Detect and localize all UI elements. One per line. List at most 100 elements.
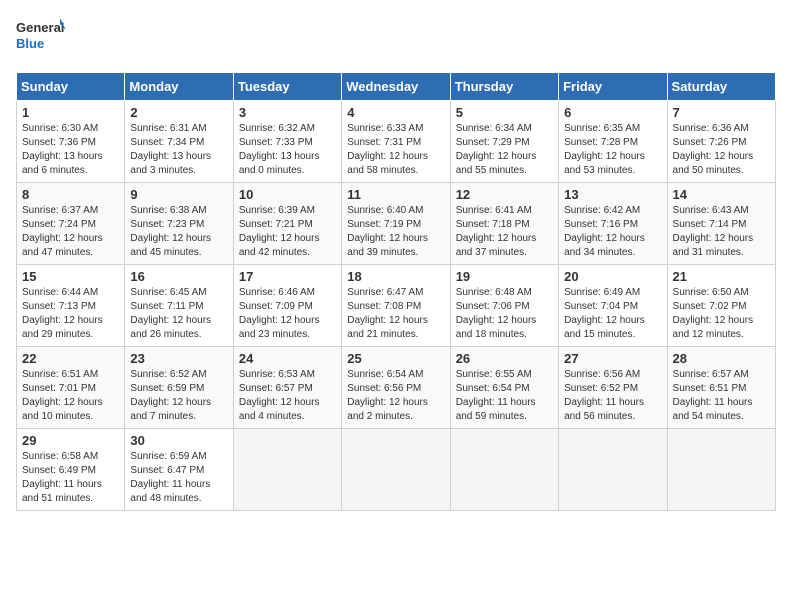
calendar-cell — [559, 429, 667, 511]
day-info: Sunrise: 6:54 AMSunset: 6:56 PMDaylight:… — [347, 368, 444, 424]
day-number: 14 — [673, 187, 770, 202]
day-info: Sunrise: 6:32 AMSunset: 7:33 PMDaylight:… — [239, 122, 336, 178]
calendar-cell: 15 Sunrise: 6:44 AMSunset: 7:13 PMDaylig… — [17, 265, 125, 347]
day-number: 20 — [564, 269, 661, 284]
col-header-monday: Monday — [125, 73, 233, 101]
day-info: Sunrise: 6:51 AMSunset: 7:01 PMDaylight:… — [22, 368, 119, 424]
day-info: Sunrise: 6:40 AMSunset: 7:19 PMDaylight:… — [347, 204, 444, 260]
calendar-cell: 18 Sunrise: 6:47 AMSunset: 7:08 PMDaylig… — [342, 265, 450, 347]
calendar-cell: 28 Sunrise: 6:57 AMSunset: 6:51 PMDaylig… — [667, 347, 775, 429]
calendar-cell: 23 Sunrise: 6:52 AMSunset: 6:59 PMDaylig… — [125, 347, 233, 429]
day-number: 24 — [239, 351, 336, 366]
day-number: 29 — [22, 433, 119, 448]
svg-text:Blue: Blue — [16, 36, 44, 51]
logo: General Blue — [16, 16, 66, 60]
day-number: 25 — [347, 351, 444, 366]
day-number: 18 — [347, 269, 444, 284]
calendar-cell: 3 Sunrise: 6:32 AMSunset: 7:33 PMDayligh… — [233, 101, 341, 183]
day-number: 4 — [347, 105, 444, 120]
calendar-cell: 22 Sunrise: 6:51 AMSunset: 7:01 PMDaylig… — [17, 347, 125, 429]
day-info: Sunrise: 6:34 AMSunset: 7:29 PMDaylight:… — [456, 122, 553, 178]
day-info: Sunrise: 6:59 AMSunset: 6:47 PMDaylight:… — [130, 450, 227, 506]
day-info: Sunrise: 6:53 AMSunset: 6:57 PMDaylight:… — [239, 368, 336, 424]
calendar-header-row: SundayMondayTuesdayWednesdayThursdayFrid… — [17, 73, 776, 101]
day-info: Sunrise: 6:45 AMSunset: 7:11 PMDaylight:… — [130, 286, 227, 342]
calendar-cell: 5 Sunrise: 6:34 AMSunset: 7:29 PMDayligh… — [450, 101, 558, 183]
day-info: Sunrise: 6:30 AMSunset: 7:36 PMDaylight:… — [22, 122, 119, 178]
day-info: Sunrise: 6:56 AMSunset: 6:52 PMDaylight:… — [564, 368, 661, 424]
calendar-cell: 26 Sunrise: 6:55 AMSunset: 6:54 PMDaylig… — [450, 347, 558, 429]
calendar-week-2: 8 Sunrise: 6:37 AMSunset: 7:24 PMDayligh… — [17, 183, 776, 265]
col-header-wednesday: Wednesday — [342, 73, 450, 101]
day-number: 21 — [673, 269, 770, 284]
col-header-thursday: Thursday — [450, 73, 558, 101]
calendar-cell: 30 Sunrise: 6:59 AMSunset: 6:47 PMDaylig… — [125, 429, 233, 511]
calendar-week-3: 15 Sunrise: 6:44 AMSunset: 7:13 PMDaylig… — [17, 265, 776, 347]
calendar-cell: 24 Sunrise: 6:53 AMSunset: 6:57 PMDaylig… — [233, 347, 341, 429]
calendar-cell — [342, 429, 450, 511]
col-header-sunday: Sunday — [17, 73, 125, 101]
calendar-cell: 16 Sunrise: 6:45 AMSunset: 7:11 PMDaylig… — [125, 265, 233, 347]
day-number: 8 — [22, 187, 119, 202]
day-number: 26 — [456, 351, 553, 366]
calendar-cell: 6 Sunrise: 6:35 AMSunset: 7:28 PMDayligh… — [559, 101, 667, 183]
calendar-table: SundayMondayTuesdayWednesdayThursdayFrid… — [16, 72, 776, 511]
calendar-cell: 4 Sunrise: 6:33 AMSunset: 7:31 PMDayligh… — [342, 101, 450, 183]
calendar-cell: 1 Sunrise: 6:30 AMSunset: 7:36 PMDayligh… — [17, 101, 125, 183]
day-number: 30 — [130, 433, 227, 448]
day-info: Sunrise: 6:49 AMSunset: 7:04 PMDaylight:… — [564, 286, 661, 342]
calendar-cell: 12 Sunrise: 6:41 AMSunset: 7:18 PMDaylig… — [450, 183, 558, 265]
day-info: Sunrise: 6:55 AMSunset: 6:54 PMDaylight:… — [456, 368, 553, 424]
calendar-cell: 29 Sunrise: 6:58 AMSunset: 6:49 PMDaylig… — [17, 429, 125, 511]
day-number: 12 — [456, 187, 553, 202]
day-number: 6 — [564, 105, 661, 120]
calendar-cell: 9 Sunrise: 6:38 AMSunset: 7:23 PMDayligh… — [125, 183, 233, 265]
day-number: 15 — [22, 269, 119, 284]
day-number: 11 — [347, 187, 444, 202]
calendar-cell — [667, 429, 775, 511]
calendar-cell: 13 Sunrise: 6:42 AMSunset: 7:16 PMDaylig… — [559, 183, 667, 265]
day-info: Sunrise: 6:36 AMSunset: 7:26 PMDaylight:… — [673, 122, 770, 178]
day-number: 13 — [564, 187, 661, 202]
calendar-cell — [450, 429, 558, 511]
calendar-cell: 14 Sunrise: 6:43 AMSunset: 7:14 PMDaylig… — [667, 183, 775, 265]
day-number: 3 — [239, 105, 336, 120]
calendar-cell — [233, 429, 341, 511]
day-number: 10 — [239, 187, 336, 202]
day-number: 7 — [673, 105, 770, 120]
day-info: Sunrise: 6:38 AMSunset: 7:23 PMDaylight:… — [130, 204, 227, 260]
calendar-body: 1 Sunrise: 6:30 AMSunset: 7:36 PMDayligh… — [17, 101, 776, 511]
calendar-cell: 20 Sunrise: 6:49 AMSunset: 7:04 PMDaylig… — [559, 265, 667, 347]
day-number: 19 — [456, 269, 553, 284]
day-info: Sunrise: 6:46 AMSunset: 7:09 PMDaylight:… — [239, 286, 336, 342]
calendar-week-5: 29 Sunrise: 6:58 AMSunset: 6:49 PMDaylig… — [17, 429, 776, 511]
day-info: Sunrise: 6:44 AMSunset: 7:13 PMDaylight:… — [22, 286, 119, 342]
calendar-cell: 11 Sunrise: 6:40 AMSunset: 7:19 PMDaylig… — [342, 183, 450, 265]
calendar-cell: 25 Sunrise: 6:54 AMSunset: 6:56 PMDaylig… — [342, 347, 450, 429]
col-header-friday: Friday — [559, 73, 667, 101]
day-info: Sunrise: 6:52 AMSunset: 6:59 PMDaylight:… — [130, 368, 227, 424]
day-number: 17 — [239, 269, 336, 284]
day-info: Sunrise: 6:33 AMSunset: 7:31 PMDaylight:… — [347, 122, 444, 178]
day-info: Sunrise: 6:35 AMSunset: 7:28 PMDaylight:… — [564, 122, 661, 178]
day-info: Sunrise: 6:41 AMSunset: 7:18 PMDaylight:… — [456, 204, 553, 260]
calendar-cell: 19 Sunrise: 6:48 AMSunset: 7:06 PMDaylig… — [450, 265, 558, 347]
day-number: 22 — [22, 351, 119, 366]
day-info: Sunrise: 6:47 AMSunset: 7:08 PMDaylight:… — [347, 286, 444, 342]
calendar-week-4: 22 Sunrise: 6:51 AMSunset: 7:01 PMDaylig… — [17, 347, 776, 429]
calendar-cell: 21 Sunrise: 6:50 AMSunset: 7:02 PMDaylig… — [667, 265, 775, 347]
day-info: Sunrise: 6:57 AMSunset: 6:51 PMDaylight:… — [673, 368, 770, 424]
calendar-cell: 17 Sunrise: 6:46 AMSunset: 7:09 PMDaylig… — [233, 265, 341, 347]
day-number: 28 — [673, 351, 770, 366]
day-number: 16 — [130, 269, 227, 284]
day-info: Sunrise: 6:37 AMSunset: 7:24 PMDaylight:… — [22, 204, 119, 260]
col-header-tuesday: Tuesday — [233, 73, 341, 101]
day-number: 2 — [130, 105, 227, 120]
logo-svg: General Blue — [16, 16, 66, 60]
day-info: Sunrise: 6:39 AMSunset: 7:21 PMDaylight:… — [239, 204, 336, 260]
svg-text:General: General — [16, 20, 64, 35]
calendar-cell: 7 Sunrise: 6:36 AMSunset: 7:26 PMDayligh… — [667, 101, 775, 183]
page-header: General Blue — [16, 16, 776, 60]
calendar-cell: 8 Sunrise: 6:37 AMSunset: 7:24 PMDayligh… — [17, 183, 125, 265]
day-info: Sunrise: 6:50 AMSunset: 7:02 PMDaylight:… — [673, 286, 770, 342]
